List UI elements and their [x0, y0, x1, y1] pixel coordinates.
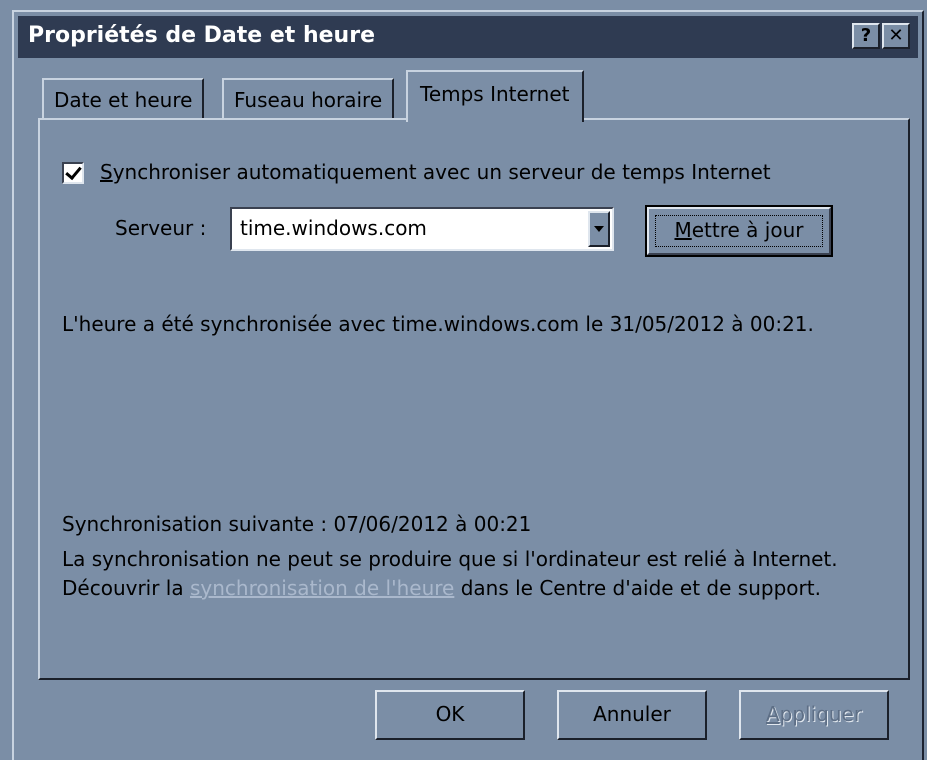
tab-temps-internet[interactable]: Temps Internet [406, 70, 584, 122]
auto-sync-label[interactable]: Synchroniser automatiquement avec un ser… [100, 160, 771, 184]
window-title: Propriétés de Date et heure [28, 23, 375, 48]
apply-button[interactable]: Appliquer [739, 690, 889, 740]
tab-date-et-heure[interactable]: Date et heure [42, 78, 205, 118]
help-link[interactable]: synchronisation de l'heure [190, 576, 454, 600]
ok-label: OK [435, 702, 465, 726]
last-sync-status: L'heure a été synchronisée avec time.win… [62, 312, 814, 336]
help-icon: ? [860, 25, 872, 46]
tab-label: Fuseau horaire [234, 88, 383, 112]
apply-label: Appliquer [766, 702, 862, 726]
auto-sync-checkbox[interactable] [62, 162, 84, 184]
apply-mnemonic: A [765, 702, 780, 726]
close-button[interactable]: ✕ [882, 23, 910, 49]
sync-note: La synchronisation ne peut se produire q… [62, 545, 897, 603]
cancel-button[interactable]: Annuler [557, 690, 707, 740]
dropdown-arrow-icon[interactable] [588, 211, 610, 247]
auto-sync-mnemonic: S [100, 160, 113, 184]
update-now-button[interactable]: Mettre à jour [645, 205, 833, 257]
apply-label-text: ppliquer [779, 702, 863, 726]
tab-fuseau-horaire[interactable]: Fuseau horaire [222, 78, 395, 118]
cancel-label: Annuler [593, 702, 671, 726]
title-bar[interactable]: Propriétés de Date et heure ? ✕ [18, 16, 918, 58]
help-button[interactable]: ? [852, 23, 880, 49]
update-label-text: ettre à jour [691, 218, 804, 242]
auto-sync-label-text: ynchroniser automatiquement avec un serv… [112, 160, 771, 184]
close-icon: ✕ [888, 25, 904, 46]
next-sync-status: Synchronisation suivante : 07/06/2012 à … [62, 512, 532, 536]
tab-label: Date et heure [54, 88, 193, 112]
server-value: time.windows.com [240, 216, 427, 240]
update-button-label: Mettre à jour [655, 215, 823, 247]
tab-label: Temps Internet [420, 82, 570, 106]
note-text-after: dans le Centre d'aide et de support. [454, 576, 821, 600]
server-label: Serveur : [115, 216, 207, 240]
ok-button[interactable]: OK [375, 690, 525, 740]
update-mnemonic: M [674, 218, 692, 242]
server-combobox[interactable]: time.windows.com [230, 207, 614, 251]
